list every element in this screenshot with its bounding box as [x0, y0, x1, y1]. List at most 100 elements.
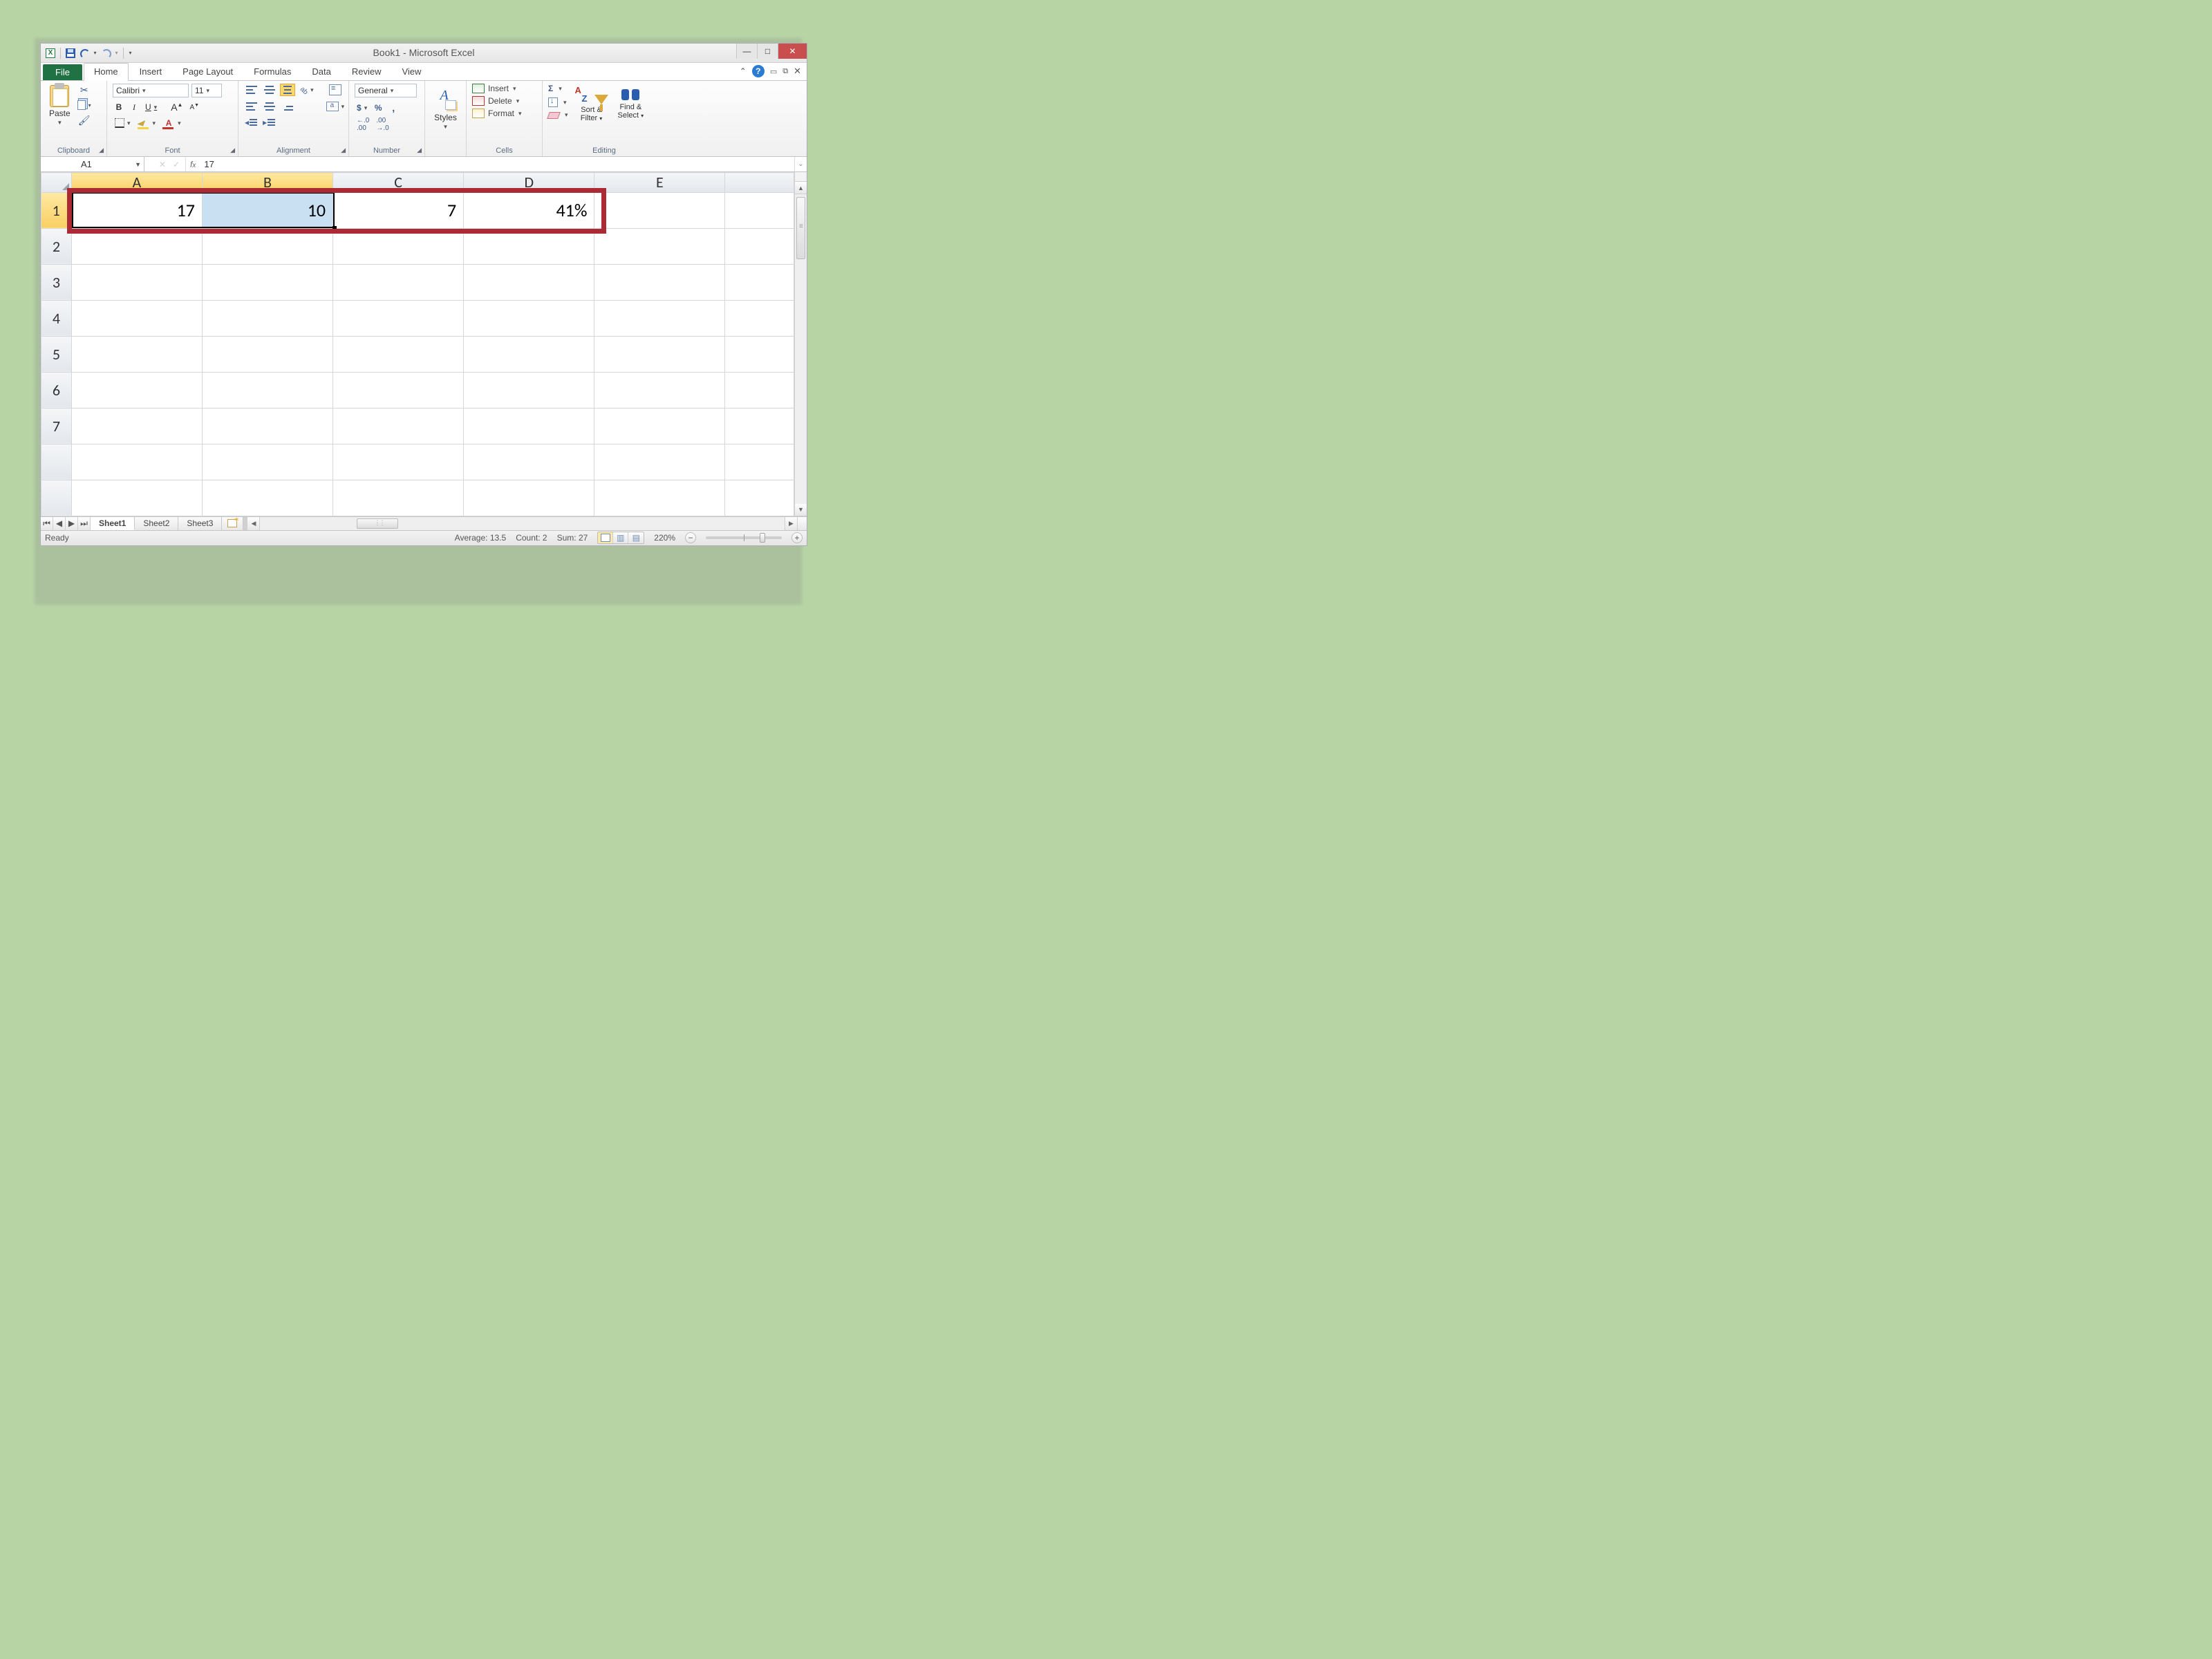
decrease-decimal-button[interactable]: .00→.0: [374, 118, 391, 131]
increase-decimal-button[interactable]: ←.0.00: [355, 118, 371, 131]
row-header-4[interactable]: 4: [41, 300, 72, 336]
col-header-c[interactable]: C: [333, 173, 464, 193]
vscroll-track[interactable]: [795, 194, 807, 504]
tab-data[interactable]: Data: [302, 64, 340, 80]
fill-handle[interactable]: [332, 226, 337, 230]
cell-b9[interactable]: [202, 480, 332, 516]
cell-a6[interactable]: [71, 372, 202, 408]
sheet-tab-3[interactable]: Sheet3: [178, 517, 222, 530]
cut-button[interactable]: [77, 84, 91, 96]
tab-page-layout[interactable]: Page Layout: [173, 64, 243, 80]
row-header-9[interactable]: [41, 480, 72, 516]
align-top-button[interactable]: [244, 84, 259, 96]
help-icon[interactable]: ?: [752, 65, 765, 77]
find-select-button[interactable]: Find &Select ▾: [615, 84, 647, 122]
row-header-2[interactable]: 2: [41, 228, 72, 264]
cell-c1[interactable]: 7: [333, 192, 464, 228]
file-tab[interactable]: File: [43, 64, 82, 80]
workbook-minimize-icon[interactable]: ▭: [770, 67, 777, 76]
cell-f3[interactable]: [725, 264, 794, 300]
italic-button[interactable]: I: [128, 101, 140, 113]
maximize-button[interactable]: □: [757, 44, 778, 59]
cell-b1[interactable]: 10: [202, 192, 332, 228]
wrap-text-button[interactable]: [324, 84, 347, 96]
scroll-up-button[interactable]: ▲: [795, 182, 807, 194]
cell-a1[interactable]: 17: [71, 192, 202, 228]
sheet-tab-2[interactable]: Sheet2: [135, 517, 178, 530]
cell-b7[interactable]: [202, 408, 332, 444]
font-name-combo[interactable]: Calibri▾: [113, 84, 189, 97]
workbook-close-icon[interactable]: ✕: [794, 66, 801, 77]
cell-a8[interactable]: [71, 444, 202, 480]
zoom-in-button[interactable]: +: [791, 532, 803, 543]
vscroll-thumb[interactable]: [796, 197, 805, 259]
cell-c5[interactable]: [333, 336, 464, 372]
row-header-1[interactable]: 1: [41, 192, 72, 228]
align-right-button[interactable]: [280, 100, 295, 113]
tab-home[interactable]: Home: [84, 63, 129, 81]
cell-c4[interactable]: [333, 300, 464, 336]
col-header-e[interactable]: E: [594, 173, 725, 193]
styles-button[interactable]: Styles ▼: [431, 84, 460, 131]
col-header-d[interactable]: D: [464, 173, 594, 193]
name-box-dropdown-icon[interactable]: ▼: [135, 161, 141, 168]
cell-f6[interactable]: [725, 372, 794, 408]
cell-a3[interactable]: [71, 264, 202, 300]
expand-formula-bar-button[interactable]: ⌄: [794, 157, 807, 171]
paste-dropdown-icon[interactable]: ▼: [57, 120, 62, 126]
scroll-left-button[interactable]: ◀: [247, 517, 260, 530]
select-all-corner[interactable]: [41, 173, 72, 193]
cell-f8[interactable]: [725, 444, 794, 480]
clipboard-dialog-launcher[interactable]: ◢: [99, 147, 104, 154]
new-sheet-button[interactable]: [222, 517, 243, 530]
split-box-horizontal[interactable]: [797, 517, 807, 530]
cell-b2[interactable]: [202, 228, 332, 264]
scroll-right-button[interactable]: ▶: [785, 517, 797, 530]
align-left-button[interactable]: [244, 100, 259, 113]
cell-c9[interactable]: [333, 480, 464, 516]
cell-d7[interactable]: [464, 408, 594, 444]
tab-formulas[interactable]: Formulas: [244, 64, 301, 80]
font-dialog-launcher[interactable]: ◢: [230, 147, 235, 154]
borders-button[interactable]: ▾: [113, 117, 133, 129]
tab-review[interactable]: Review: [342, 64, 391, 80]
cell-b3[interactable]: [202, 264, 332, 300]
cell-d6[interactable]: [464, 372, 594, 408]
font-size-combo[interactable]: 11▾: [191, 84, 222, 97]
cell-f9[interactable]: [725, 480, 794, 516]
zoom-slider[interactable]: [706, 536, 782, 539]
cell-d5[interactable]: [464, 336, 594, 372]
number-format-combo[interactable]: General▾: [355, 84, 417, 97]
comma-format-button[interactable]: [387, 102, 400, 114]
cell-b5[interactable]: [202, 336, 332, 372]
autosum-button[interactable]: ▾: [548, 84, 568, 93]
close-button[interactable]: ✕: [778, 44, 807, 59]
tab-nav-prev[interactable]: ◀: [53, 517, 66, 530]
cell-d4[interactable]: [464, 300, 594, 336]
fill-button[interactable]: ▾: [548, 97, 568, 107]
zoom-out-button[interactable]: −: [685, 532, 696, 543]
decrease-indent-button[interactable]: [244, 117, 259, 129]
underline-button[interactable]: U▾: [143, 101, 159, 113]
cell-b8[interactable]: [202, 444, 332, 480]
tab-insert[interactable]: Insert: [130, 64, 172, 80]
hscroll-track[interactable]: [260, 517, 785, 530]
cell-a4[interactable]: [71, 300, 202, 336]
cell-a9[interactable]: [71, 480, 202, 516]
paste-button[interactable]: Paste ▼: [46, 84, 73, 127]
styles-dropdown-icon[interactable]: ▼: [443, 124, 449, 130]
cell-f7[interactable]: [725, 408, 794, 444]
col-header-b[interactable]: B: [202, 173, 332, 193]
clear-button[interactable]: ▾: [548, 111, 568, 119]
cell-e6[interactable]: [594, 372, 725, 408]
align-center-button[interactable]: [262, 100, 277, 113]
cell-e5[interactable]: [594, 336, 725, 372]
font-color-button[interactable]: A▾: [160, 117, 183, 129]
bold-button[interactable]: B: [113, 101, 125, 113]
insert-function-button[interactable]: fx: [186, 157, 200, 171]
cell-a7[interactable]: [71, 408, 202, 444]
tab-nav-first[interactable]: ⏮: [41, 517, 53, 530]
tab-nav-next[interactable]: ▶: [66, 517, 78, 530]
view-page-break-button[interactable]: [628, 532, 644, 543]
increase-font-size-button[interactable]: A▲: [169, 101, 185, 113]
